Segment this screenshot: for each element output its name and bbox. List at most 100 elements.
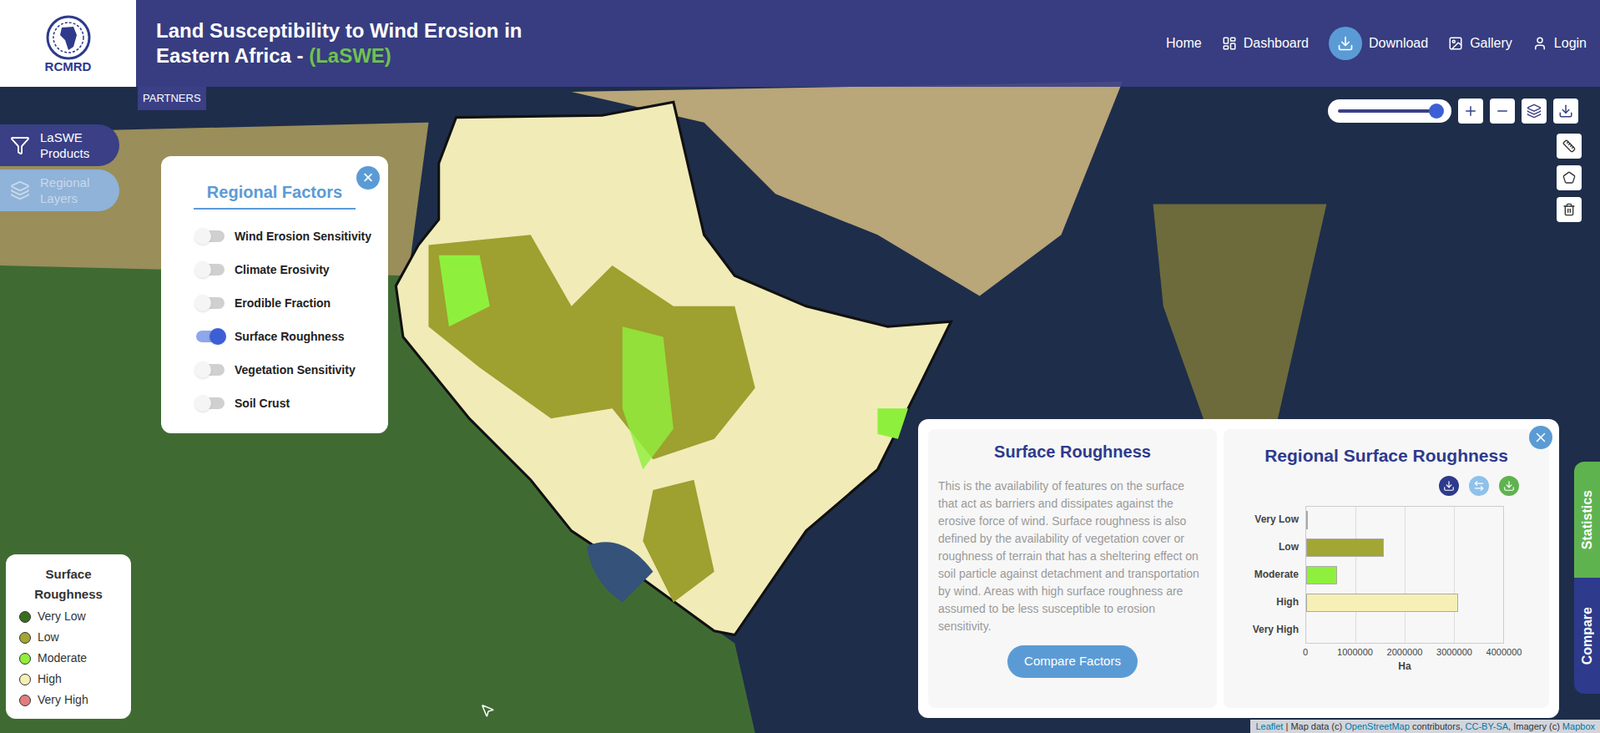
legend: Surface Roughness Very Low Low Moderate High… xyxy=(5,554,132,719)
gallery-icon xyxy=(1448,35,1464,51)
app: RCMRDLand Susceptibility to Wind Erosion… xyxy=(0,0,1600,733)
layers-icon xyxy=(1526,103,1542,119)
attribution: Leaflet | Map data (c) OpenStreetMap con… xyxy=(1250,719,1600,733)
attribution-link[interactable]: Leaflet xyxy=(1255,721,1283,732)
logo-emblem-icon xyxy=(43,15,94,61)
bar[interactable] xyxy=(1306,565,1338,585)
factors-title: Regional Factors xyxy=(193,179,356,210)
attribution-text: , Imagery (c) xyxy=(1508,721,1563,732)
compare-factors-button[interactable]: Compare Factors xyxy=(1007,645,1138,678)
bar-chart: Very LowLowModerateHighVery High0 1000000… xyxy=(1233,505,1540,674)
side-button[interactable]: LaSWE Products xyxy=(0,124,120,167)
switch[interactable] xyxy=(196,363,225,376)
nav-item[interactable]: Download xyxy=(1328,26,1429,61)
legend-swatch xyxy=(19,652,31,665)
zoom-in-icon xyxy=(1463,103,1479,119)
dashboard-icon xyxy=(1221,35,1237,51)
description-card: Surface RoughnessThis is the availabilit… xyxy=(928,429,1217,708)
legend-item: Low xyxy=(19,628,118,647)
chart-card: Regional Surface RoughnessVery LowLowMod… xyxy=(1223,429,1550,708)
category-label: Moderate xyxy=(1233,560,1306,589)
switch[interactable] xyxy=(196,330,225,343)
filter-icon xyxy=(10,135,31,156)
legend-item: Very High xyxy=(19,691,118,709)
draw-tool-button[interactable] xyxy=(1556,165,1582,191)
zoom-out-icon xyxy=(1494,103,1510,119)
info-panel: Surface RoughnessThis is the availabilit… xyxy=(918,418,1560,718)
nav-item[interactable]: Gallery xyxy=(1448,33,1513,54)
switch[interactable] xyxy=(196,230,225,243)
layers-icon xyxy=(10,180,31,201)
download-icon xyxy=(1558,103,1574,119)
draw-tools xyxy=(1556,133,1582,223)
map-control-button[interactable] xyxy=(1553,98,1579,124)
login-icon xyxy=(1532,35,1548,51)
right-tabs: StatisticsCompare xyxy=(1574,461,1600,694)
legend-swatch xyxy=(19,673,31,686)
side-tab[interactable]: Compare xyxy=(1574,577,1600,694)
close-button[interactable] xyxy=(1529,425,1553,450)
category-label: High xyxy=(1233,588,1306,616)
category-label: Very Low xyxy=(1233,505,1306,534)
factor-toggle[interactable]: Climate Erosivity xyxy=(196,252,389,287)
draw-tool-button[interactable] xyxy=(1556,196,1582,223)
factor-toggle[interactable]: Vegetation Sensitivity xyxy=(196,353,389,387)
switch[interactable] xyxy=(196,263,225,276)
bar[interactable] xyxy=(1306,510,1308,530)
draw-tool-button[interactable] xyxy=(1556,133,1582,159)
legend-title: Surface Roughness xyxy=(30,564,106,605)
attribution-link[interactable]: Mapbox xyxy=(1562,721,1595,732)
swap-icon[interactable] xyxy=(1473,479,1485,492)
polygon-icon xyxy=(1562,171,1576,185)
attribution-link[interactable]: CC-BY-SA xyxy=(1465,721,1510,732)
factor-toggle[interactable]: Erodible Fraction xyxy=(196,286,389,320)
bar[interactable] xyxy=(1306,538,1384,557)
legend-swatch xyxy=(19,631,31,644)
factor-toggle[interactable]: Soil Crust xyxy=(196,386,389,420)
ruler-icon xyxy=(1562,139,1576,153)
map-control-button[interactable] xyxy=(1521,98,1547,124)
trash-icon xyxy=(1562,202,1576,217)
header: RCMRDLand Susceptibility to Wind Erosion… xyxy=(0,0,1600,87)
logo-text: RCMRD xyxy=(45,60,92,73)
legend-item: Moderate xyxy=(19,649,118,667)
axis-tick: 4000000 xyxy=(1486,645,1523,660)
cursor-icon xyxy=(479,702,495,718)
category-label: Low xyxy=(1233,533,1306,561)
factors-panel: Regional Factors× Wind Erosion Sensitivit… xyxy=(161,156,389,434)
map-control-button[interactable] xyxy=(1458,98,1484,124)
nav-item[interactable]: Home xyxy=(1165,33,1202,54)
axis-tick: 2000000 xyxy=(1387,645,1424,660)
switch[interactable] xyxy=(196,297,225,309)
attribution-text: | Map data (c) xyxy=(1282,721,1345,732)
side-buttons: LaSWE ProductsRegional Layers xyxy=(0,124,120,212)
close-icon xyxy=(1533,429,1549,445)
attribution-link[interactable]: OpenStreetMap xyxy=(1344,721,1410,732)
factor-toggle[interactable]: Wind Erosion Sensitivity xyxy=(196,219,389,253)
legend-item: Very Low xyxy=(19,607,118,626)
nav-item[interactable]: Login xyxy=(1532,33,1587,54)
legend-swatch xyxy=(19,610,31,623)
legend-item: High xyxy=(19,670,118,688)
partners-tab[interactable]: PARTNERS xyxy=(137,86,207,111)
category-label: Very High xyxy=(1233,615,1306,644)
axis-tick: 0 xyxy=(1302,645,1308,660)
main-nav: Home Dashboard Download Gallery Login xyxy=(1165,26,1587,61)
logo[interactable]: RCMRD xyxy=(0,0,137,87)
side-button[interactable]: Regional Layers xyxy=(0,169,120,212)
side-tab[interactable]: Statistics xyxy=(1574,461,1600,578)
axis-tick: 1000000 xyxy=(1337,645,1373,660)
description-text: This is the availability of features on … xyxy=(938,477,1207,636)
opacity-slider[interactable] xyxy=(1327,99,1452,123)
download-icon xyxy=(1337,35,1354,52)
close-button[interactable]: × xyxy=(356,166,380,190)
nav-item[interactable]: Dashboard xyxy=(1221,33,1309,54)
download-icon[interactable] xyxy=(1443,479,1455,492)
axis-tick: 3000000 xyxy=(1436,645,1473,660)
factor-toggle[interactable]: Surface Roughness xyxy=(196,319,389,354)
switch[interactable] xyxy=(196,397,225,409)
download-icon[interactable] xyxy=(1503,479,1515,492)
axis-label: Ha xyxy=(1305,658,1505,674)
map-control-button[interactable] xyxy=(1489,98,1515,124)
bar[interactable] xyxy=(1306,593,1459,612)
